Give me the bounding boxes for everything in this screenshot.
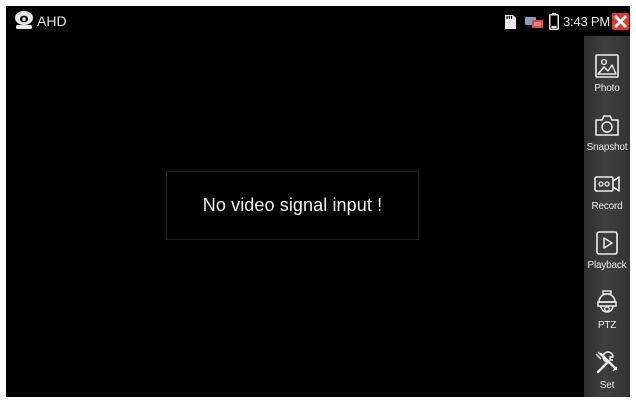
- no-signal-message: No video signal input !: [166, 171, 419, 240]
- clock-time: 3:43 PM: [563, 14, 611, 29]
- video-record-icon: [594, 176, 620, 192]
- settings-label: Set: [599, 380, 615, 391]
- app-title: AHD: [37, 13, 67, 29]
- photo-label: Photo: [594, 83, 620, 94]
- ptz-camera-icon: [597, 290, 617, 313]
- status-bar: AHD 3:43 PM: [6, 6, 630, 36]
- camera-head-icon: [15, 11, 33, 29]
- video-preview: No video signal input !: [6, 36, 584, 397]
- playback-button[interactable]: Playback: [584, 229, 630, 285]
- tools-icon: [595, 351, 618, 374]
- close-button[interactable]: [612, 13, 629, 30]
- snapshot-label: Snapshot: [586, 142, 628, 153]
- device-screen: AHD 3:43 PM No video signal input ! Phot…: [6, 6, 630, 397]
- record-button[interactable]: Record: [584, 170, 630, 226]
- play-icon: [596, 231, 618, 255]
- network-icon: [525, 17, 543, 28]
- toolbar-sidebar: Photo Snapshot Record Playback PTZ Set: [584, 36, 630, 397]
- close-icon: [614, 15, 627, 28]
- ptz-label: PTZ: [597, 320, 617, 331]
- battery-icon: [549, 13, 559, 30]
- playback-label: Playback: [587, 260, 627, 271]
- sd-card-icon: [505, 15, 516, 29]
- camera-icon: [595, 115, 619, 136]
- ptz-button[interactable]: PTZ: [584, 289, 630, 345]
- snapshot-button[interactable]: Snapshot: [584, 111, 630, 167]
- settings-button[interactable]: Set: [584, 349, 630, 397]
- photo-button[interactable]: Photo: [584, 52, 630, 108]
- record-label: Record: [591, 201, 623, 212]
- photo-icon: [595, 54, 619, 78]
